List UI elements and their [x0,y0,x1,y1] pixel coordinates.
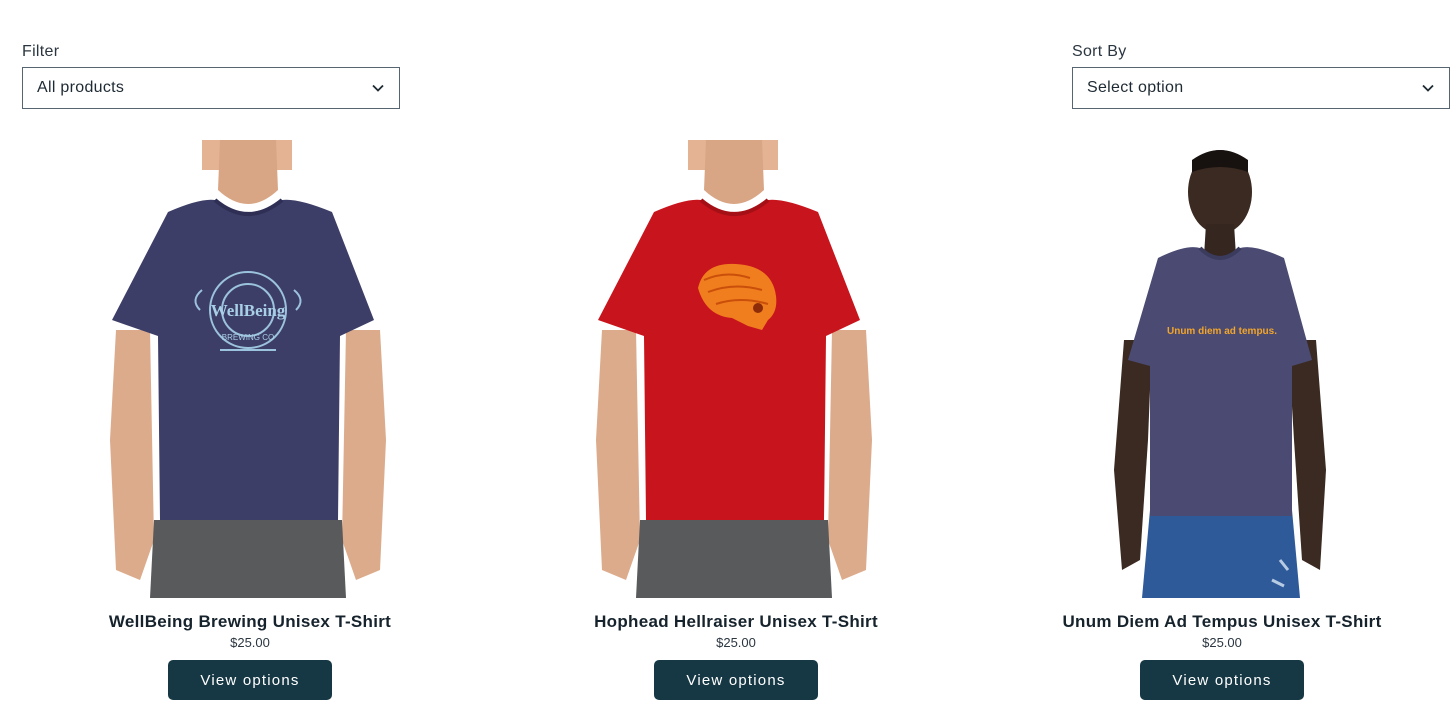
filter-select-value: All products [37,79,125,96]
svg-text:BREWING CO: BREWING CO [222,333,274,342]
product-image[interactable] [536,140,936,598]
product-title[interactable]: Hophead Hellraiser Unisex T-Shirt [536,612,936,632]
view-options-button[interactable]: View options [654,660,818,700]
svg-text:WellBeing: WellBeing [211,301,286,320]
chevron-down-icon [371,81,385,95]
product-image[interactable]: Unum diem ad tempus. [1022,140,1422,598]
filter-label: Filter [22,43,60,60]
product-title[interactable]: Unum Diem Ad Tempus Unisex T-Shirt [1022,612,1422,632]
product-card: WellBeing BREWING CO WellBeing Brewing U… [50,140,450,700]
sort-select-value: Select option [1087,79,1184,96]
filter-control: Filter All products [22,42,400,109]
product-image[interactable]: WellBeing BREWING CO [50,140,450,598]
product-card: Unum diem ad tempus. Unum Diem Ad Tempus… [1022,140,1422,700]
sort-control: Sort By Select option [1072,42,1450,109]
shirt-print-text: Unum diem ad tempus. [1167,326,1277,337]
view-options-button[interactable]: View options [1140,660,1304,700]
view-options-button[interactable]: View options [168,660,332,700]
product-price: $25.00 [230,635,270,650]
filter-select[interactable]: All products [22,67,400,109]
product-price: $25.00 [1202,635,1242,650]
sort-label: Sort By [1072,43,1127,60]
chevron-down-icon [1421,81,1435,95]
product-price: $25.00 [716,635,756,650]
product-title[interactable]: WellBeing Brewing Unisex T-Shirt [50,612,450,632]
product-card: Hophead Hellraiser Unisex T-Shirt $25.00… [536,140,936,700]
sort-select[interactable]: Select option [1072,67,1450,109]
